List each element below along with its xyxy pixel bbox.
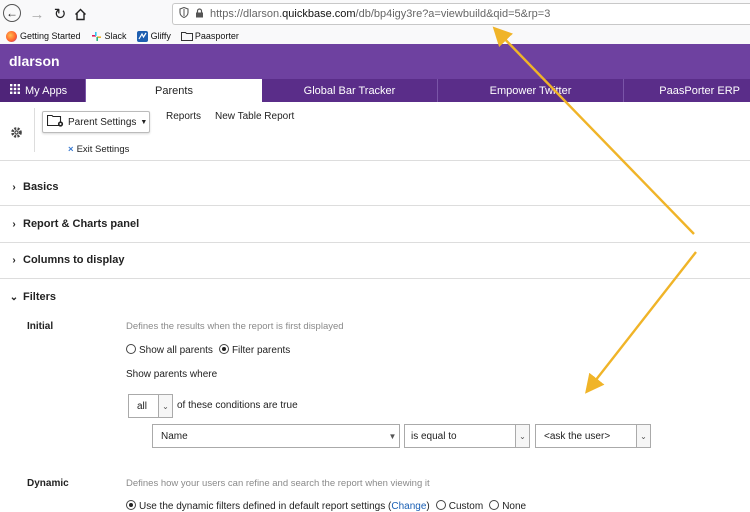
bookmark-slack[interactable]: Slack [91,31,127,42]
section-title: Report & Charts panel [23,218,140,230]
section-title: Columns to display [23,254,125,266]
tab-global-bar-tracker[interactable]: Global Bar Tracker [262,79,438,102]
tab-label: PaasPorter ERP [659,84,740,97]
initial-description: Defines the results when the report is f… [126,321,344,332]
chevron-down-icon: ⌄ [9,291,19,303]
dynamic-description: Defines how your users can refine and se… [126,478,430,489]
radio-icon [435,500,446,510]
bookmark-paasporter[interactable]: Paasporter [180,31,239,42]
match-select[interactable]: all ⌄ [128,394,173,418]
radio-icon [489,500,500,510]
exit-settings-button[interactable]: × Exit Settings [68,144,129,155]
chevron-down-icon: ⌄ [636,425,650,447]
section-basics[interactable]: › Basics [0,169,750,206]
custom-radio[interactable]: Custom [435,500,484,512]
forward-icon[interactable]: → [27,4,47,24]
parent-settings-label: Parent Settings [68,116,137,128]
value-select[interactable]: <ask the user> ⌄ [535,424,651,448]
operator-select[interactable]: is equal to ⌄ [404,424,530,448]
bookmark-label: Getting Started [20,31,81,41]
close-icon: × [68,144,74,155]
tab-label: Global Bar Tracker [303,84,396,97]
section-title: Basics [23,181,59,193]
firefox-icon [6,30,17,42]
section-report-charts[interactable]: › Report & Charts panel [0,206,750,243]
show-where-label: Show parents where [126,369,218,380]
initial-label: Initial [27,321,54,332]
gliffy-icon [136,30,148,42]
tab-parents[interactable]: Parents [86,79,262,102]
match-suffix-label: of these conditions are true [177,400,298,411]
chevron-down-icon: ⌄ [158,395,172,417]
bookmark-label: Paasporter [194,31,239,41]
my-apps-button[interactable]: My Apps [0,79,86,102]
change-link[interactable]: Change [391,501,426,512]
field-select[interactable]: Name ▼ [152,424,400,448]
operator-value: is equal to [411,430,457,442]
filter-parents-radio[interactable]: Filter parents [218,344,291,356]
bookmark-gliffy[interactable]: Gliffy [136,30,171,42]
grid-icon [10,84,20,97]
radio-selected-icon [126,500,136,510]
tab-empower-twitter[interactable]: Empower Twitter [438,79,624,102]
browser-toolbar: ← → ↻ https://dlarson.quickbase.com/db/b… [0,0,750,28]
radio-label: Show all parents [139,345,213,356]
dynamic-filter-options: Use the dynamic filters defined in defau… [126,500,526,512]
section-title: Filters [23,291,57,303]
slack-icon [91,31,102,42]
none-radio[interactable]: None [489,500,526,512]
folder-settings-icon [46,114,65,131]
bookmark-label: Gliffy [150,31,171,41]
parent-settings-dropdown[interactable]: Parent Settings ▼ [42,111,150,133]
reload-icon[interactable]: ↻ [50,4,70,24]
section-columns[interactable]: › Columns to display [0,242,750,279]
bookmark-label: Slack [104,31,127,41]
show-all-radio[interactable]: Show all parents [126,344,213,356]
section-filters[interactable]: ⌄ Filters [0,279,750,315]
dynamic-default-radio[interactable]: Use the dynamic filters defined in defau… [126,500,430,512]
match-value: all [137,400,148,412]
chevron-right-icon: › [12,181,16,193]
radio-label: Use the dynamic filters defined in defau… [139,501,392,512]
my-apps-label: My Apps [25,84,68,97]
tab-label: Empower Twitter [489,84,572,97]
chevron-down-icon: ⌄ [515,425,529,447]
field-value: Name [161,430,188,442]
lock-icon [195,7,204,21]
value-value: <ask the user> [544,430,611,442]
app-header: dlarson [0,44,750,79]
app-title[interactable]: dlarson [9,53,60,69]
initial-filter-options: Show all parents Filter parents [126,344,290,356]
tab-label: Parents [155,84,193,97]
chevron-right-icon: › [12,254,16,266]
url-text: https://dlarson.quickbase.com/db/bp4igy3… [210,8,551,20]
settings-toolbar: Parent Settings ▼ Reports New Table Repo… [0,102,750,161]
table-tab-bar: My Apps Parents Global Bar Tracker Empow… [0,79,750,102]
dynamic-label: Dynamic [27,478,69,489]
new-table-report-link[interactable]: New Table Report [215,111,294,122]
back-icon[interactable]: ← [3,4,21,22]
caret-down-icon: ▼ [386,425,399,447]
bookmarks-bar: Getting Started Slack Gliffy Paasporter [0,28,750,45]
radio-selected-icon [218,344,229,354]
bookmark-getting-started[interactable]: Getting Started [6,30,81,42]
exit-settings-label: Exit Settings [76,144,130,155]
radio-label: Filter parents [231,345,291,356]
gear-icon[interactable] [10,126,23,142]
tracking-shield-icon[interactable] [179,6,189,21]
divider [34,108,35,152]
radio-icon [126,344,136,354]
radio-label: Custom [448,501,484,512]
home-icon[interactable] [70,4,90,24]
folder-icon [180,31,193,42]
radio-label-end: ) [426,501,430,512]
tab-paasporter-erp[interactable]: PaasPorter ERP [624,79,750,102]
reports-link[interactable]: Reports [166,111,201,122]
radio-label: None [502,501,527,512]
caret-down-icon: ▼ [140,118,148,126]
chevron-right-icon: › [12,218,16,230]
address-bar[interactable]: https://dlarson.quickbase.com/db/bp4igy3… [172,3,750,25]
